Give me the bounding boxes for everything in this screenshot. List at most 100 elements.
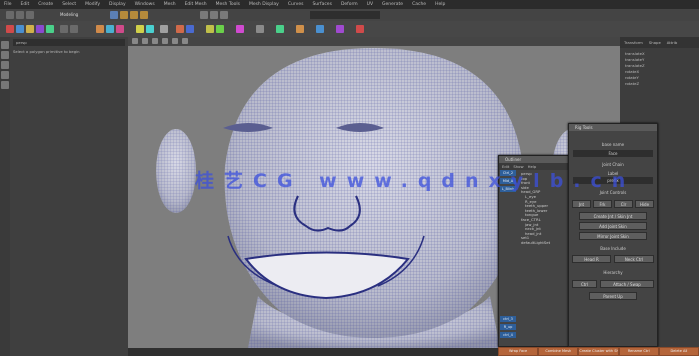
mode-selector[interactable]: Modeling <box>60 12 78 17</box>
outliner-title[interactable]: Outliner <box>499 156 569 163</box>
head-button[interactable]: Head R <box>572 255 611 263</box>
side-item[interactable]: R_up <box>500 324 516 330</box>
fork-button[interactable]: Frk <box>593 200 612 208</box>
menu-file[interactable]: File <box>4 2 12 7</box>
side-item[interactable]: ctrl_3 <box>500 316 516 322</box>
shelf-extrude-icon[interactable] <box>96 25 104 33</box>
menu-generate[interactable]: Generate <box>382 2 403 7</box>
lights-icon[interactable] <box>172 38 178 44</box>
shelf-paint-weights-icon[interactable] <box>356 25 364 33</box>
attr-row: rotateZ <box>625 81 640 86</box>
wrap-face-button[interactable]: Wrap Face <box>499 348 538 355</box>
hide-button[interactable]: Hide <box>635 200 654 208</box>
shelf-target-weld-icon[interactable] <box>146 25 154 33</box>
menu-display[interactable]: Display <box>109 2 126 7</box>
menu-select[interactable]: Select <box>62 2 76 7</box>
scale-tool-icon[interactable] <box>1 81 9 89</box>
side-item[interactable]: ctrl_4 <box>500 332 516 338</box>
menu-windows[interactable]: Windows <box>135 2 155 7</box>
lasso-tool-icon[interactable] <box>1 51 9 59</box>
tab-shape[interactable]: Shape <box>649 40 661 45</box>
shaded-icon[interactable] <box>152 38 158 44</box>
new-scene-icon[interactable] <box>6 11 14 19</box>
shelf-cylinder-icon[interactable] <box>26 25 34 33</box>
main-menubar: File Edit Create Select Modify Display W… <box>0 0 699 9</box>
delete-all-button[interactable]: Delete All <box>659 348 699 355</box>
tab-transform[interactable]: Transform <box>624 40 643 45</box>
shelf <box>0 21 699 38</box>
joint-button[interactable]: Jnt <box>572 200 591 208</box>
create-cluster-button[interactable]: Create Cluster with Shape <box>579 348 618 355</box>
menu-surfaces[interactable]: Surfaces <box>312 2 332 7</box>
ctrl-button[interactable]: Ctrl <box>572 280 597 288</box>
dialog-title[interactable]: Rig Tools <box>569 124 657 131</box>
shelf-mirror-icon[interactable] <box>256 25 264 33</box>
snap-grid-icon[interactable] <box>120 11 128 19</box>
parent-up-button[interactable]: Parent Up <box>589 292 637 300</box>
shelf-history-icon[interactable] <box>186 25 194 33</box>
dialog-section-heading: Base Include <box>600 246 626 251</box>
shelf-sphere-icon[interactable] <box>6 25 14 33</box>
clear-button[interactable]: Clr <box>614 200 633 208</box>
dialog-field-input[interactable]: Face <box>573 150 653 157</box>
menu-help[interactable]: Help <box>435 2 445 7</box>
mirror-joint-skin-button[interactable]: Mirror Joint Skin <box>579 232 647 240</box>
wireframe-icon[interactable] <box>142 38 148 44</box>
shelf-soft-select-icon[interactable] <box>206 25 214 33</box>
texture-icon[interactable] <box>162 38 168 44</box>
render-icon[interactable] <box>200 11 208 19</box>
shelf-center-pivot-icon[interactable] <box>160 25 168 33</box>
menu-mesh-tools[interactable]: Mesh Tools <box>216 2 240 7</box>
snap-point-icon[interactable] <box>140 11 148 19</box>
menu-modify[interactable]: Modify <box>85 2 100 7</box>
shelf-bind-icon[interactable] <box>336 25 344 33</box>
shelf-separate-icon[interactable] <box>70 25 78 33</box>
menu-uv[interactable]: UV <box>367 2 373 7</box>
select-tool-icon[interactable] <box>1 41 9 49</box>
tab-attrib[interactable]: Attrib <box>667 40 678 45</box>
tree-item[interactable]: defaultLightSet <box>521 240 565 246</box>
snap-curve-icon[interactable] <box>130 11 138 19</box>
add-joint-skin-button[interactable]: Add Joint Skin <box>579 222 647 230</box>
menu-mesh-display[interactable]: Mesh Display <box>249 2 279 7</box>
select-mode-icon[interactable] <box>110 11 118 19</box>
shelf-multicut-icon[interactable] <box>136 25 144 33</box>
neck-ctrl-button[interactable]: Neck Ctrl <box>614 255 654 263</box>
left-panel-search[interactable]: persp <box>13 39 125 46</box>
menu-create[interactable]: Create <box>38 2 53 7</box>
quick-select-field[interactable] <box>310 11 380 19</box>
rename-ctrl-button[interactable]: Rename Ctrl <box>619 348 658 355</box>
menu-edit-mesh[interactable]: Edit Mesh <box>185 2 207 7</box>
rotate-tool-icon[interactable] <box>1 71 9 79</box>
shelf-cone-icon[interactable] <box>36 25 44 33</box>
shelf-bridge-icon[interactable] <box>106 25 114 33</box>
dialog-field-value: Face <box>608 151 618 156</box>
shelf-freeze-icon[interactable] <box>176 25 184 33</box>
shelf-combine-icon[interactable] <box>60 25 68 33</box>
save-scene-icon[interactable] <box>26 11 34 19</box>
menu-mesh[interactable]: Mesh <box>164 2 176 7</box>
shelf-uv-icon[interactable] <box>236 25 244 33</box>
shelf-cube-icon[interactable] <box>16 25 24 33</box>
shelf-ik-icon[interactable] <box>316 25 324 33</box>
open-scene-icon[interactable] <box>16 11 24 19</box>
menu-deform[interactable]: Deform <box>341 2 358 7</box>
attribute-list: translateX translateY translateZ rotateX… <box>620 48 699 90</box>
camera-icon[interactable] <box>132 38 138 44</box>
create-joint-button[interactable]: Create Jnt / Skin Jnt <box>579 212 647 220</box>
ipr-render-icon[interactable] <box>210 11 218 19</box>
menu-cache[interactable]: Cache <box>412 2 426 7</box>
menu-curves[interactable]: Curves <box>288 2 304 7</box>
shelf-smooth-icon[interactable] <box>276 25 284 33</box>
attach-swap-button[interactable]: Attach / Swap <box>600 280 654 288</box>
menu-edit[interactable]: Edit <box>21 2 30 7</box>
dialog-field-label: base name <box>601 142 625 147</box>
move-tool-icon[interactable] <box>1 61 9 69</box>
shelf-joint-icon[interactable] <box>296 25 304 33</box>
shelf-sculpt-icon[interactable] <box>216 25 224 33</box>
shelf-bevel-icon[interactable] <box>116 25 124 33</box>
shelf-plane-icon[interactable] <box>46 25 54 33</box>
isolate-icon[interactable] <box>182 38 188 44</box>
combine-mesh-button[interactable]: Combine Mesh <box>539 348 578 355</box>
render-settings-icon[interactable] <box>220 11 228 19</box>
